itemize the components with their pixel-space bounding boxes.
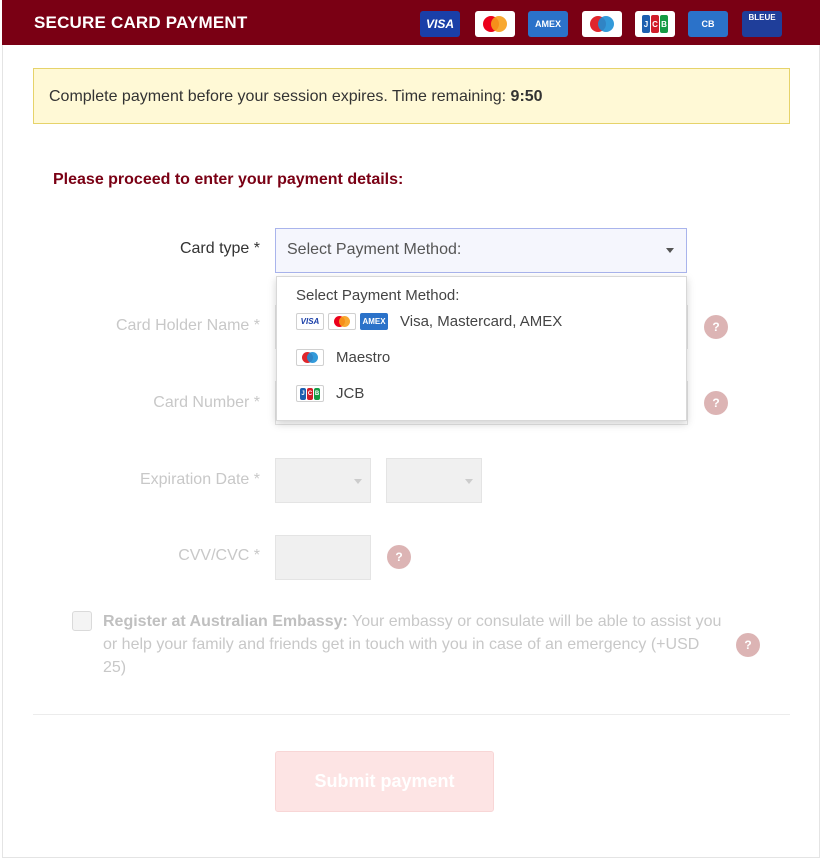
alert-text: Complete payment before your session exp…: [49, 88, 511, 105]
cb-logo-text: CB: [701, 19, 715, 29]
expiration-month-select[interactable]: [275, 458, 371, 503]
dropdown-header: Select Payment Method:: [296, 287, 460, 304]
dropdown-option-jcb[interactable]: JCB JCB: [296, 385, 364, 402]
time-remaining: 9:50: [510, 88, 543, 105]
maestro-icon: [296, 349, 324, 366]
card-type-select[interactable]: Select Payment Method:: [275, 228, 687, 273]
cvv-input[interactable]: [275, 535, 371, 580]
submit-payment-button[interactable]: Submit payment: [275, 751, 494, 812]
card-number-label: Card Number *: [153, 394, 260, 411]
cvv-label: CVV/CVC *: [178, 547, 260, 564]
chevron-down-icon: [666, 248, 674, 253]
payment-header: SECURE CARD PAYMENT VISA AMEX JCB CB BLE…: [2, 0, 820, 45]
cb-logo-icon: CB: [688, 11, 728, 37]
dropdown-option-label: Visa, Mastercard, AMEX: [400, 313, 563, 330]
payment-panel: [2, 0, 820, 858]
embassy-title: Register at Australian Embassy:: [103, 613, 348, 630]
embassy-help-icon[interactable]: ?: [736, 633, 760, 657]
embassy-text: Register at Australian Embassy: Your emb…: [103, 610, 723, 679]
dropdown-option-visa-mastercard-amex[interactable]: VISA AMEX Visa, Mastercard, AMEX: [296, 313, 562, 330]
dropdown-option-label: Maestro: [336, 349, 391, 366]
jcb-bars: JCB: [642, 15, 668, 33]
card-number-help-icon[interactable]: ?: [704, 391, 728, 415]
divider: [33, 714, 790, 715]
carte-bleue-logo-text: BLEUE: [748, 13, 776, 22]
card-type-label: Card type *: [179, 240, 260, 257]
carte-bleue-logo-icon: BLEUE: [742, 11, 782, 37]
expiration-label: Expiration Date *: [139, 471, 260, 488]
card-type-value: Select Payment Method:: [287, 241, 462, 258]
card-holder-help-icon[interactable]: ?: [704, 315, 728, 339]
jcb-logo-icon: JCB: [635, 11, 675, 37]
visa-icon: VISA: [296, 313, 324, 330]
amex-icon: AMEX: [360, 313, 388, 330]
amex-logo-icon: AMEX: [528, 11, 568, 37]
jcb-icon: JCB: [296, 385, 324, 402]
amex-logo-text: AMEX: [534, 19, 561, 29]
dropdown-option-maestro[interactable]: Maestro: [296, 349, 390, 366]
embassy-checkbox[interactable]: [72, 611, 92, 631]
dropdown-option-label: JCB: [336, 385, 365, 402]
cvv-help-icon[interactable]: ?: [387, 545, 411, 569]
form-subtitle: Please proceed to enter your payment det…: [53, 171, 404, 188]
session-timer-alert: Complete payment before your session exp…: [33, 68, 790, 124]
mastercard-icon: [328, 313, 356, 330]
visa-logo-icon: VISA: [420, 11, 460, 37]
visa-logo-text: VISA: [425, 17, 454, 31]
maestro-logo-icon: [582, 11, 622, 37]
mastercard-logo-icon: [475, 11, 515, 37]
payment-method-dropdown: Select Payment Method: VISA AMEX Visa, M…: [276, 276, 687, 421]
card-holder-label: Card Holder Name *: [115, 317, 260, 334]
header-title: SECURE CARD PAYMENT: [34, 13, 248, 32]
chevron-down-icon: [465, 479, 473, 484]
chevron-down-icon: [354, 479, 362, 484]
expiration-year-select[interactable]: [386, 458, 482, 503]
